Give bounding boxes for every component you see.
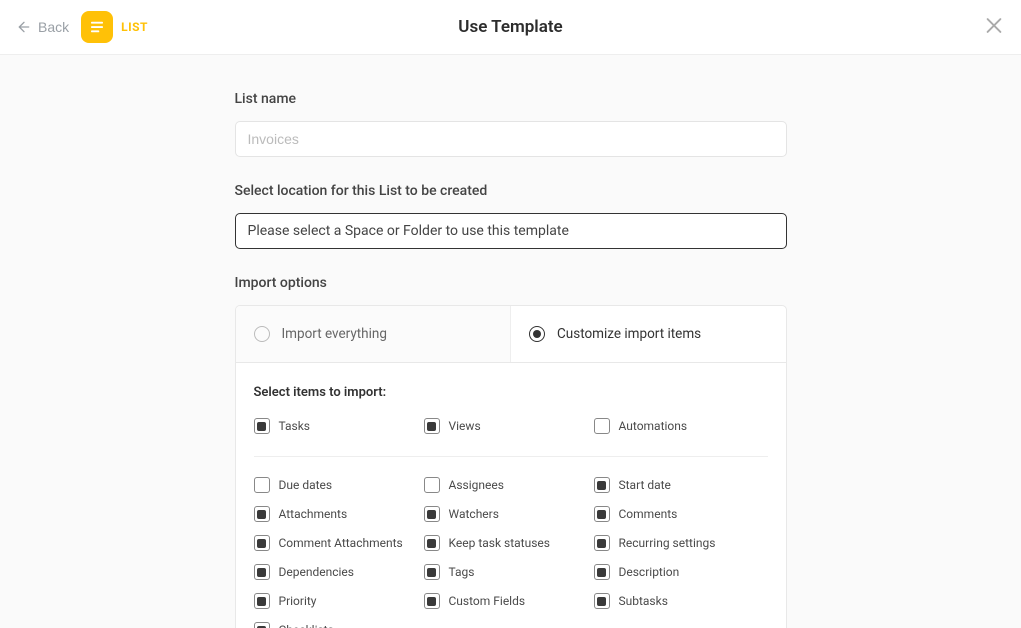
import-everything-option[interactable]: Import everything	[236, 306, 512, 362]
checkbox-label: Dependencies	[279, 566, 354, 578]
checkbox-label: Subtasks	[619, 595, 668, 607]
checkbox-icon	[424, 535, 440, 551]
checkbox-assignees[interactable]: Assignees	[424, 477, 594, 493]
checkbox-attachments[interactable]: Attachments	[254, 506, 424, 522]
checkbox-comments[interactable]: Comments	[594, 506, 768, 522]
checkbox-label: Comment Attachments	[279, 537, 403, 549]
checkbox-priority[interactable]: Priority	[254, 593, 424, 609]
checkbox-label: Tasks	[279, 420, 311, 432]
checkbox-icon	[254, 564, 270, 580]
checkbox-automations[interactable]: Automations	[594, 418, 768, 434]
arrow-left-icon	[16, 19, 32, 35]
back-label: Back	[38, 19, 69, 35]
checkbox-views[interactable]: Views	[424, 418, 594, 434]
checkbox-start-date[interactable]: Start date	[594, 477, 768, 493]
checkbox-label: Due dates	[279, 479, 333, 491]
secondary-items-grid: Due dates Attachments Comment Attachments D…	[254, 477, 768, 628]
form-content: List name Select location for this List …	[235, 55, 787, 628]
location-select-placeholder: Please select a Space or Folder to use t…	[248, 223, 569, 239]
checkbox-icon	[594, 477, 610, 493]
list-name-label: List name	[235, 91, 787, 107]
checkbox-label: Checklists	[279, 624, 334, 628]
checkbox-label: Start date	[619, 479, 671, 491]
body-scroll-area[interactable]: List name Select location for this List …	[0, 55, 1021, 628]
import-items-panel: Select items to import: Tasks Views	[235, 363, 787, 628]
divider	[254, 456, 768, 457]
checkbox-subtasks[interactable]: Subtasks	[594, 593, 768, 609]
list-badge: LIST	[81, 11, 148, 43]
close-button[interactable]	[983, 15, 1005, 40]
checkbox-icon	[254, 622, 270, 628]
list-name-field: List name	[235, 91, 787, 157]
checkbox-icon	[594, 535, 610, 551]
checkbox-label: Recurring settings	[619, 537, 716, 549]
customize-import-option[interactable]: Customize import items	[511, 306, 786, 362]
checkbox-icon	[594, 593, 610, 609]
checkbox-icon	[594, 564, 610, 580]
checkbox-tasks[interactable]: Tasks	[254, 418, 424, 434]
checkbox-label: Attachments	[279, 508, 348, 520]
import-options-section: Import options Import everything Customi…	[235, 275, 787, 628]
checkbox-icon	[254, 535, 270, 551]
checkbox-description[interactable]: Description	[594, 564, 768, 580]
checkbox-icon	[594, 418, 610, 434]
import-everything-label: Import everything	[282, 326, 387, 342]
location-field: Select location for this List to be crea…	[235, 183, 787, 249]
checkbox-label: Priority	[279, 595, 317, 607]
checkbox-checklists[interactable]: Checklists	[254, 622, 424, 628]
checkbox-label: Comments	[619, 508, 678, 520]
checkbox-icon	[254, 506, 270, 522]
checkbox-label: Assignees	[449, 479, 504, 491]
checkbox-label: Keep task statuses	[449, 537, 550, 549]
radio-icon	[529, 326, 545, 342]
checkbox-watchers[interactable]: Watchers	[424, 506, 594, 522]
checkbox-custom-fields[interactable]: Custom Fields	[424, 593, 594, 609]
list-icon	[81, 11, 113, 43]
checkbox-keep-task-statuses[interactable]: Keep task statuses	[424, 535, 594, 551]
checkbox-icon	[424, 564, 440, 580]
back-button[interactable]: Back	[16, 19, 69, 35]
checkbox-label: Custom Fields	[449, 595, 526, 607]
checkbox-icon	[424, 506, 440, 522]
checkbox-tags[interactable]: Tags	[424, 564, 594, 580]
import-items-title: Select items to import:	[254, 385, 768, 400]
checkbox-icon	[254, 418, 270, 434]
customize-import-label: Customize import items	[557, 326, 701, 342]
checkbox-label: Watchers	[449, 508, 499, 520]
list-badge-label: LIST	[121, 20, 148, 34]
checkbox-recurring-settings[interactable]: Recurring settings	[594, 535, 768, 551]
checkbox-icon	[424, 418, 440, 434]
import-mode-toggle: Import everything Customize import items	[235, 305, 787, 363]
list-name-input[interactable]	[235, 121, 787, 157]
checkbox-due-dates[interactable]: Due dates	[254, 477, 424, 493]
location-label: Select location for this List to be crea…	[235, 183, 787, 199]
checkbox-icon	[254, 477, 270, 493]
checkbox-dependencies[interactable]: Dependencies	[254, 564, 424, 580]
topbar: Back LIST Use Template	[0, 0, 1021, 55]
checkbox-label: Description	[619, 566, 680, 578]
checkbox-icon	[424, 477, 440, 493]
primary-items-row: Tasks Views Automations	[254, 418, 768, 448]
page-title: Use Template	[458, 17, 562, 37]
checkbox-label: Automations	[619, 420, 688, 432]
radio-icon	[254, 326, 270, 342]
import-options-label: Import options	[235, 275, 787, 291]
checkbox-icon	[424, 593, 440, 609]
checkbox-label: Tags	[449, 566, 475, 578]
close-icon	[983, 15, 1005, 37]
checkbox-icon	[254, 593, 270, 609]
checkbox-icon	[594, 506, 610, 522]
location-select[interactable]: Please select a Space or Folder to use t…	[235, 213, 787, 249]
checkbox-label: Views	[449, 420, 481, 432]
checkbox-comment-attachments[interactable]: Comment Attachments	[254, 535, 424, 551]
